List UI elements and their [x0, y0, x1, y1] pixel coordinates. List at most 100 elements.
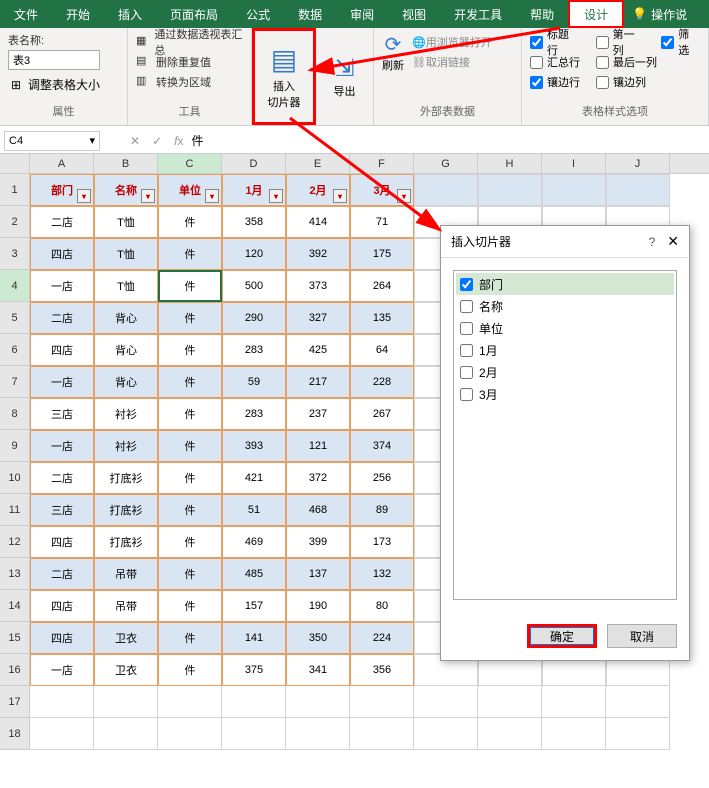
empty-cell[interactable] — [414, 718, 478, 750]
table-cell[interactable]: 件 — [158, 366, 222, 398]
col-header[interactable]: H — [478, 154, 542, 173]
table-cell[interactable]: 二店 — [30, 302, 94, 334]
empty-cell[interactable] — [350, 718, 414, 750]
export-button[interactable]: ⇲ 导出 — [316, 28, 374, 125]
table-header-cell[interactable]: 单位▾ — [158, 174, 222, 206]
empty-cell[interactable] — [542, 718, 606, 750]
empty-cell[interactable] — [286, 718, 350, 750]
row-header[interactable]: 8 — [0, 398, 30, 430]
table-header-cell[interactable]: 3月▾ — [350, 174, 414, 206]
table-cell[interactable]: 吊带 — [94, 558, 158, 590]
table-cell[interactable]: 425 — [286, 334, 350, 366]
table-cell[interactable]: 141 — [222, 622, 286, 654]
table-cell[interactable]: 四店 — [30, 590, 94, 622]
table-cell[interactable]: 135 — [350, 302, 414, 334]
tab-review[interactable]: 审阅 — [336, 0, 388, 28]
table-cell[interactable]: 件 — [158, 398, 222, 430]
col-header[interactable]: E — [286, 154, 350, 173]
col-header[interactable]: G — [414, 154, 478, 173]
table-cell[interactable]: 卫衣 — [94, 654, 158, 686]
table-cell[interactable]: 二店 — [30, 206, 94, 238]
slicer-field-item[interactable]: 3月 — [456, 383, 674, 405]
table-cell[interactable]: 件 — [158, 462, 222, 494]
table-cell[interactable]: 283 — [222, 334, 286, 366]
tab-help[interactable]: 帮助 — [516, 0, 568, 28]
empty-cell[interactable] — [94, 718, 158, 750]
table-cell[interactable]: 件 — [158, 270, 222, 302]
table-cell[interactable]: 290 — [222, 302, 286, 334]
table-cell[interactable]: 358 — [222, 206, 286, 238]
chk-total-row[interactable]: 汇总行 — [530, 54, 580, 70]
row-header[interactable]: 14 — [0, 590, 30, 622]
table-cell[interactable]: 224 — [350, 622, 414, 654]
table-cell[interactable]: 190 — [286, 590, 350, 622]
table-cell[interactable]: 372 — [286, 462, 350, 494]
close-icon[interactable]: ✕ — [667, 233, 679, 250]
pivot-button[interactable]: ▦ 通过数据透视表汇总 — [136, 32, 243, 52]
table-cell[interactable]: 件 — [158, 238, 222, 270]
slicer-field-item[interactable]: 1月 — [456, 339, 674, 361]
table-cell[interactable]: 四店 — [30, 622, 94, 654]
empty-cell[interactable] — [606, 686, 670, 718]
empty-cell[interactable] — [158, 686, 222, 718]
table-cell[interactable]: 399 — [286, 526, 350, 558]
resize-table-button[interactable]: ⊞ 调整表格大小 — [8, 76, 119, 93]
table-cell[interactable]: 一店 — [30, 270, 94, 302]
table-cell[interactable]: 件 — [158, 622, 222, 654]
table-cell[interactable]: 三店 — [30, 494, 94, 526]
filter-dropdown-icon[interactable]: ▾ — [333, 189, 347, 203]
row-header[interactable]: 7 — [0, 366, 30, 398]
table-cell[interactable]: 237 — [286, 398, 350, 430]
table-cell[interactable]: 264 — [350, 270, 414, 302]
table-cell[interactable]: 468 — [286, 494, 350, 526]
table-cell[interactable]: 283 — [222, 398, 286, 430]
tab-home[interactable]: 开始 — [52, 0, 104, 28]
filter-dropdown-icon[interactable]: ▾ — [205, 189, 219, 203]
row-header[interactable]: 5 — [0, 302, 30, 334]
table-cell[interactable]: 件 — [158, 558, 222, 590]
tab-dev[interactable]: 开发工具 — [440, 0, 516, 28]
empty-cell[interactable] — [606, 174, 670, 206]
empty-cell[interactable] — [30, 686, 94, 718]
table-cell[interactable]: 327 — [286, 302, 350, 334]
table-cell[interactable]: 256 — [350, 462, 414, 494]
cancel-button[interactable]: 取消 — [607, 624, 677, 648]
table-cell[interactable]: 341 — [286, 654, 350, 686]
table-cell[interactable]: 373 — [286, 270, 350, 302]
col-header[interactable]: D — [222, 154, 286, 173]
table-cell[interactable]: 一店 — [30, 654, 94, 686]
col-header[interactable]: A — [30, 154, 94, 173]
row-header[interactable]: 6 — [0, 334, 30, 366]
table-cell[interactable]: 71 — [350, 206, 414, 238]
chk-last-col[interactable]: 最后一列 — [596, 54, 657, 70]
table-cell[interactable]: 卫衣 — [94, 622, 158, 654]
filter-dropdown-icon[interactable]: ▾ — [269, 189, 283, 203]
help-icon[interactable]: ? — [649, 235, 656, 249]
table-header-cell[interactable]: 1月▾ — [222, 174, 286, 206]
row-header[interactable]: 1 — [0, 174, 30, 206]
table-cell[interactable]: 打底衫 — [94, 462, 158, 494]
table-cell[interactable]: 356 — [350, 654, 414, 686]
table-cell[interactable]: 二店 — [30, 462, 94, 494]
table-cell[interactable]: 件 — [158, 494, 222, 526]
table-cell[interactable]: 414 — [286, 206, 350, 238]
table-cell[interactable]: 392 — [286, 238, 350, 270]
table-cell[interactable]: 件 — [158, 334, 222, 366]
tell-me[interactable]: 💡 操作说 — [624, 0, 687, 28]
chk-band-col[interactable]: 镶边列 — [596, 74, 646, 90]
row-header[interactable]: 11 — [0, 494, 30, 526]
col-header[interactable]: C — [158, 154, 222, 173]
empty-cell[interactable] — [478, 686, 542, 718]
table-cell[interactable]: 132 — [350, 558, 414, 590]
table-cell[interactable]: 背心 — [94, 334, 158, 366]
empty-cell[interactable] — [414, 686, 478, 718]
tab-file[interactable]: 文件 — [0, 0, 52, 28]
empty-cell[interactable] — [222, 718, 286, 750]
chk-band-row[interactable]: 镶边行 — [530, 74, 580, 90]
tab-view[interactable]: 视图 — [388, 0, 440, 28]
table-cell[interactable]: 175 — [350, 238, 414, 270]
empty-cell[interactable] — [606, 718, 670, 750]
table-cell[interactable]: 二店 — [30, 558, 94, 590]
col-header[interactable]: F — [350, 154, 414, 173]
table-cell[interactable]: 120 — [222, 238, 286, 270]
